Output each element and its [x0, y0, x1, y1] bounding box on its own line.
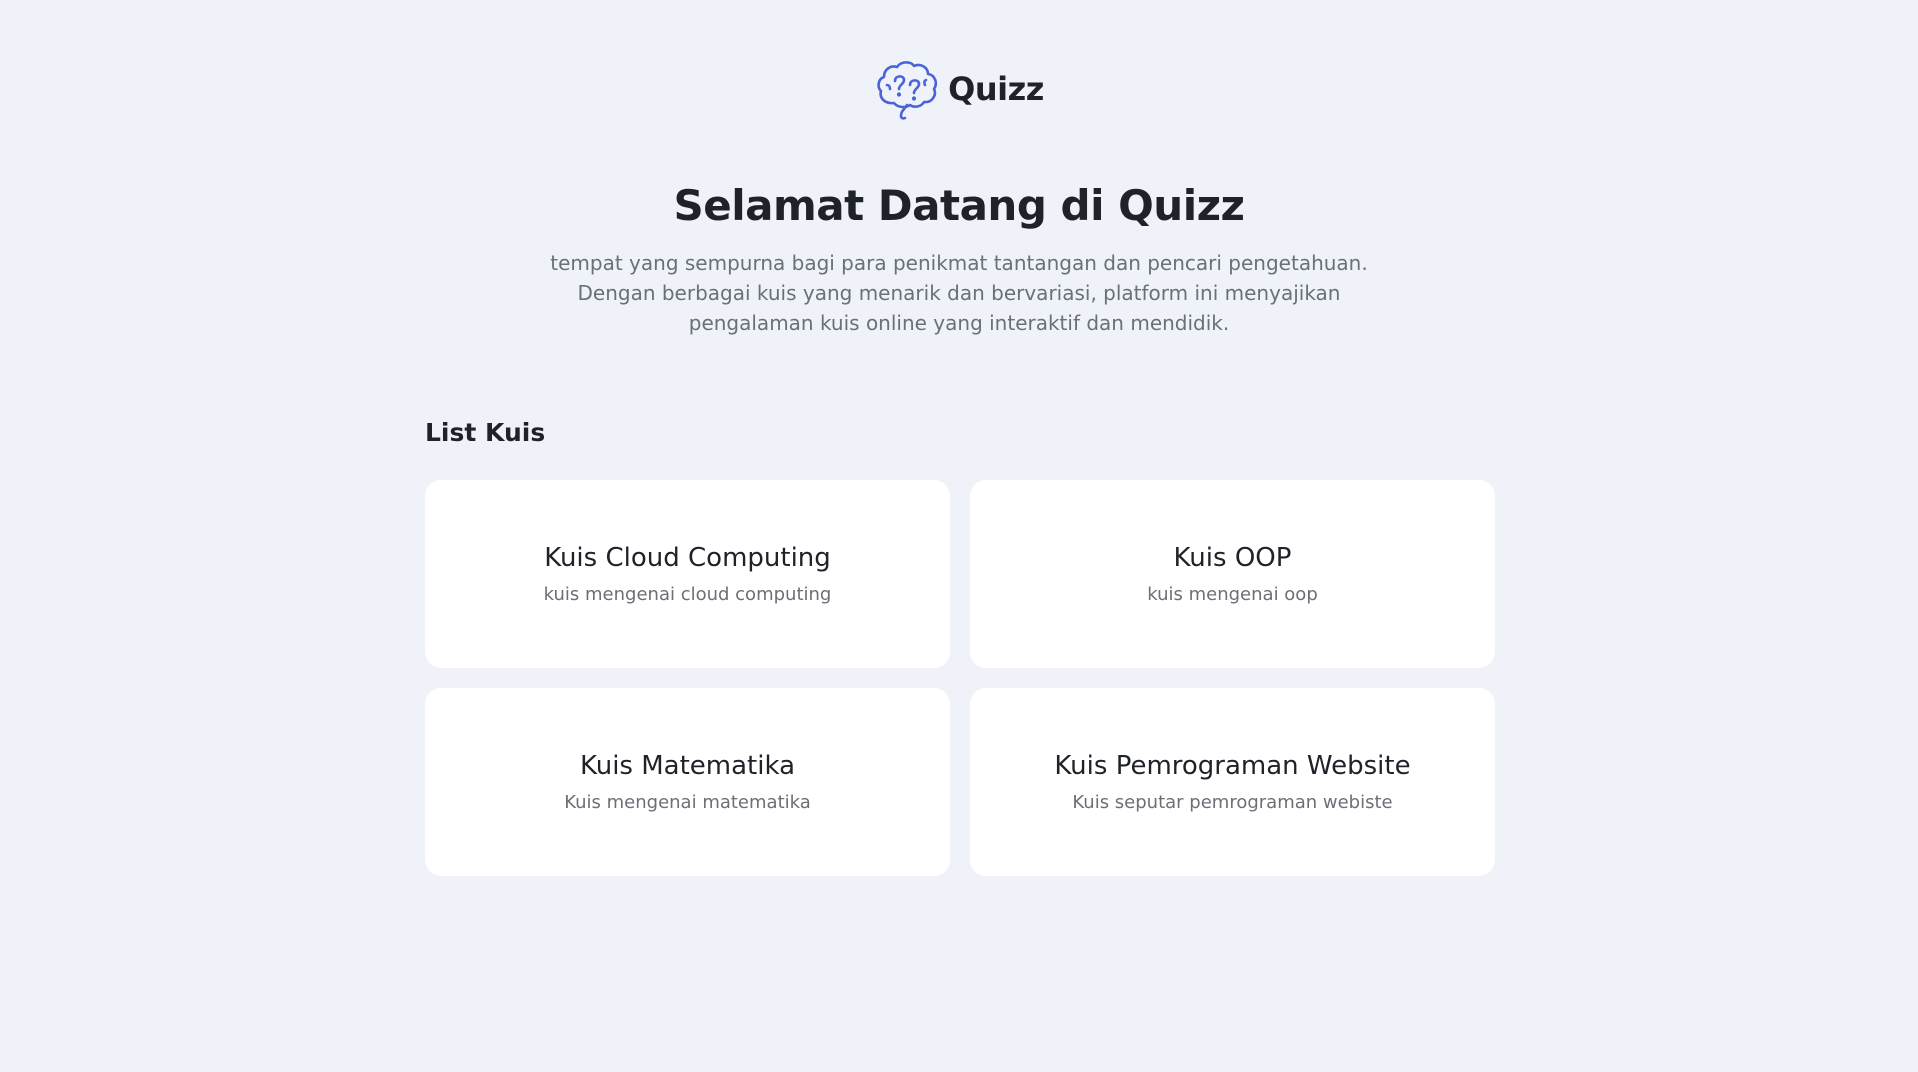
quiz-card-title: Kuis Matematika	[579, 751, 796, 781]
quiz-list-heading: List Kuis	[425, 418, 546, 447]
quiz-card-title: Kuis Pemrograman Website	[1054, 751, 1411, 781]
quiz-card-description: kuis mengenai cloud computing	[543, 584, 832, 605]
page: Quizz Selamat Datang di Quizz tempat yan…	[0, 0, 1918, 1072]
quiz-card-grid: Kuis Cloud Computing kuis mengenai cloud…	[425, 480, 1495, 876]
quiz-card-description: Kuis mengenai matematika	[564, 792, 811, 813]
quiz-card-title: Kuis Cloud Computing	[544, 543, 831, 573]
brand[interactable]: Quizz	[0, 58, 1918, 120]
brain-question-icon	[877, 61, 938, 120]
hero-description-line: Dengan berbagai kuis yang menarik dan be…	[577, 281, 1341, 305]
hero-section: Selamat Datang di Quizz tempat yang semp…	[0, 178, 1918, 338]
brand-name: Quizz	[948, 70, 1044, 108]
quiz-card-pemrograman-website[interactable]: Kuis Pemrograman Website Kuis seputar pe…	[970, 688, 1495, 876]
hero-description: tempat yang sempurna bagi para penikmat …	[519, 248, 1399, 338]
quiz-card-description: Kuis seputar pemrograman webiste	[1072, 792, 1393, 813]
hero-description-line: tempat yang sempurna bagi para penikmat …	[550, 251, 1368, 275]
quiz-card-title: Kuis OOP	[1173, 543, 1292, 573]
quiz-card-description: kuis mengenai oop	[1147, 584, 1318, 605]
page-title: Selamat Datang di Quizz	[673, 181, 1245, 230]
quiz-card-matematika[interactable]: Kuis Matematika Kuis mengenai matematika	[425, 688, 950, 876]
quiz-card-oop[interactable]: Kuis OOP kuis mengenai oop	[970, 480, 1495, 668]
quiz-card-cloud-computing[interactable]: Kuis Cloud Computing kuis mengenai cloud…	[425, 480, 950, 668]
hero-description-line: pengalaman kuis online yang interaktif d…	[688, 311, 1230, 335]
